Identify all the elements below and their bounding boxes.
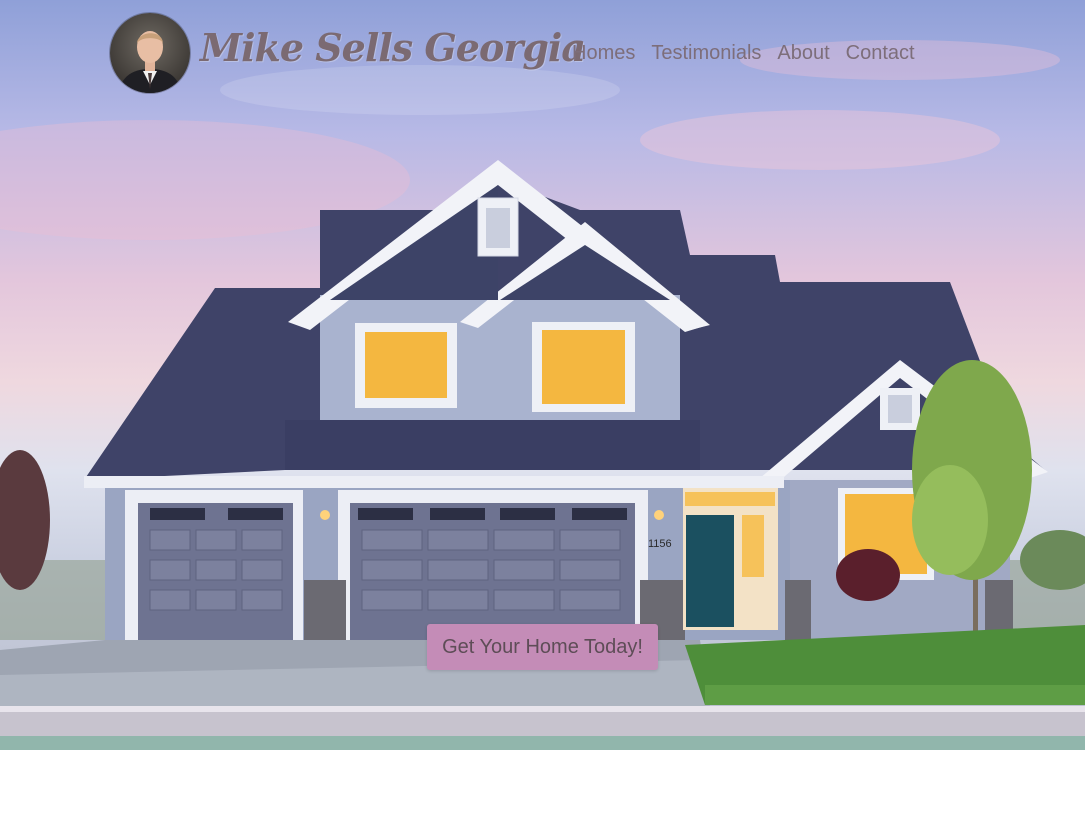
agent-portrait-icon bbox=[118, 31, 182, 93]
nav-link-homes[interactable]: Homes bbox=[572, 40, 635, 66]
agent-avatar bbox=[110, 13, 190, 93]
nav-link-about[interactable]: About bbox=[777, 40, 829, 66]
site-brand[interactable]: Mike Sells Georgia bbox=[200, 22, 586, 74]
hero-section: 1156 Mike Sells Georgia Homes Testimonia… bbox=[0, 0, 1085, 736]
site-header: Mike Sells Georgia Homes Testimonials Ab… bbox=[0, 0, 1085, 110]
house-number-plaque: 1156 bbox=[648, 538, 672, 550]
nav-link-contact[interactable]: Contact bbox=[846, 40, 915, 66]
get-your-home-button[interactable]: Get Your Home Today! bbox=[427, 624, 658, 670]
main-nav: Homes Testimonials About Contact bbox=[572, 40, 915, 66]
nav-link-testimonials[interactable]: Testimonials bbox=[651, 40, 761, 66]
section-divider bbox=[0, 736, 1085, 750]
